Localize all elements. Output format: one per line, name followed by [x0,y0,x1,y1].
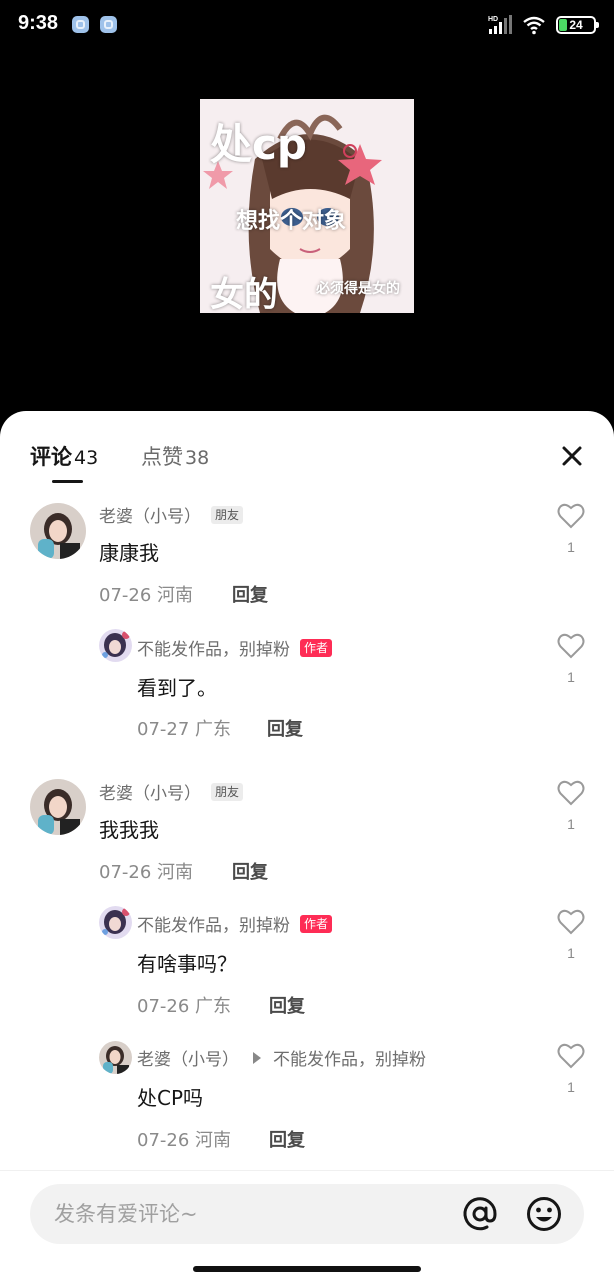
reply-button[interactable]: 回复 [267,715,303,741]
wifi-icon [523,16,545,35]
status-bar: 9:38 HD 24 [0,0,614,50]
like-button[interactable]: 1 [556,633,586,685]
heart-icon [557,633,585,659]
author-avatar-image [99,906,132,939]
comment-text: 我我我 [99,818,159,842]
comment-meta: 07-26 广东 [137,996,232,1017]
close-icon[interactable] [560,441,584,469]
app-notification-icon [100,16,117,33]
tab-likes-count: 38 [185,447,210,469]
heart-icon [557,909,585,935]
like-button[interactable]: 1 [556,909,586,961]
like-button[interactable]: 1 [556,780,586,832]
friend-badge: 朋友 [211,505,244,524]
battery-level: 24 [569,18,583,32]
reply-button[interactable]: 回复 [232,858,268,884]
comment-author[interactable]: 不能发作品，别掉粉 作者 [137,635,333,660]
comment-input[interactable] [54,1184,454,1244]
cover-text-2: 想找个对象 [236,209,347,234]
reply-button[interactable]: 回复 [232,581,268,607]
like-count: 1 [567,945,575,961]
like-count: 1 [567,669,575,685]
comment-meta: 07-27 广东 [137,719,232,740]
home-indicator [193,1266,421,1272]
tab-comments-label: 评论 [30,445,72,469]
tab-comments-count: 43 [74,447,99,469]
tab-likes-label: 点赞 [141,445,183,469]
cover-text-3: 女的 [210,275,278,313]
avatar[interactable] [99,629,132,662]
comment-text: 康康我 [99,541,159,565]
comment-meta: 07-26 河南 [99,862,194,883]
reply-arrow-icon [253,1051,261,1064]
avatar[interactable] [30,503,86,559]
heart-icon [557,1043,585,1069]
comment-author[interactable]: 不能发作品，别掉粉 作者 [137,911,333,936]
author-badge: 作者 [300,914,333,933]
comment-meta: 07-26 河南 [99,585,194,606]
author-badge: 作者 [300,638,333,657]
comment-text: 有啥事吗？ [137,952,237,976]
like-count: 1 [567,539,575,555]
app-notification-icon [72,16,89,33]
comment-meta: 07-26 河南 [137,1130,232,1151]
comment-text: 处CP吗 [137,1086,204,1110]
comment-tabs: 评论 43 点赞 38 [30,441,584,491]
reply-target[interactable]: 不能发作品，别掉粉 [273,1045,426,1070]
comment-author[interactable]: 老婆（小号） 朋友 [99,779,244,804]
signal-icon: HD [488,15,512,34]
comment-text: 看到了。 [137,676,217,700]
tab-likes[interactable]: 点赞 38 [141,441,209,471]
reply-button[interactable]: 回复 [269,992,305,1018]
status-time: 9:38 [18,12,59,34]
heart-icon [557,503,585,529]
comment-sheet: 评论 43 点赞 38 老婆（小号） 朋友 康康我 07-26 河南 回复 1 不能发… [0,411,614,1280]
cover-text-1: 处cp [210,120,307,169]
reply-button[interactable]: 回复 [269,1126,305,1152]
avatar[interactable] [30,779,86,835]
friend-badge: 朋友 [211,782,244,801]
avatar[interactable] [99,906,132,939]
user-avatar-image [99,1041,132,1074]
comment-input-wrapper [30,1184,584,1244]
svg-text:HD: HD [488,16,498,23]
cover-text-4: 必须得是女的 [316,281,400,297]
avatar[interactable] [99,1041,132,1074]
like-count: 1 [567,1079,575,1095]
tab-comments[interactable]: 评论 43 [30,441,98,471]
video-cover-image[interactable]: 处cp 想找个对象 女的 必须得是女的 [200,99,414,313]
comment-author[interactable]: 老婆（小号） 朋友 [99,502,244,527]
user-avatar-image [30,503,86,559]
battery-icon: 24 [556,16,599,34]
like-count: 1 [567,816,575,832]
tab-active-indicator [52,480,83,483]
user-avatar-image [30,779,86,835]
comment-author[interactable]: 老婆（小号） 不能发作品，别掉粉 [137,1045,426,1070]
like-button[interactable]: 1 [556,503,586,555]
comment-input-bar [0,1170,614,1280]
heart-icon [557,780,585,806]
mention-icon[interactable] [461,1195,499,1233]
emoji-icon[interactable] [525,1195,563,1233]
author-avatar-image [99,629,132,662]
like-button[interactable]: 1 [556,1043,586,1095]
